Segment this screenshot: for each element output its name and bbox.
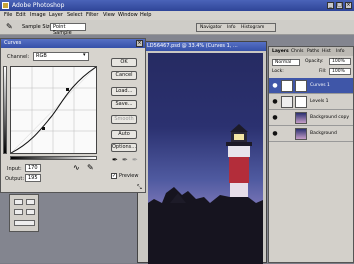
maximize-icon[interactable]: □	[336, 2, 343, 9]
input-label: Input:	[7, 166, 22, 172]
menu-edit[interactable]: Edit	[16, 11, 26, 20]
menu-window[interactable]: Window	[118, 11, 138, 20]
chevron-down-icon[interactable]: ▾	[83, 52, 86, 58]
smooth-button[interactable]: Smooth	[111, 115, 137, 124]
tab-info[interactable]: Info	[227, 24, 236, 31]
opacity-field[interactable]: 100%	[329, 58, 351, 65]
menu-filter[interactable]: Filter	[86, 11, 98, 20]
channel-select[interactable]: RGB	[33, 52, 89, 61]
screen-mode-icon[interactable]	[14, 209, 23, 215]
fill-field[interactable]: 100%	[329, 68, 351, 75]
image-document-window: LD56467.psd @ 33.4% (Curves 1, ...	[137, 41, 267, 264]
tab-channels[interactable]: Chnls	[291, 47, 303, 56]
full-screen-icon[interactable]	[26, 209, 35, 215]
menu-layer[interactable]: Layer	[49, 11, 63, 20]
options-bar: ✎ Sample Size: Point Sample	[0, 20, 354, 36]
lighthouse-scene	[148, 124, 263, 264]
navigator-panel-tabs: Navigator Info Histogram	[196, 23, 276, 32]
quick-mask-icon[interactable]	[26, 199, 35, 205]
output-gradient-bar	[3, 66, 7, 154]
load-button[interactable]: Load...	[111, 87, 137, 96]
layer-row-levels[interactable]: ● Levels 1	[269, 94, 353, 110]
tab-info[interactable]: Info	[336, 47, 345, 56]
curves-dialog: Curves × Channel: RGB ▾ Input: 170 Outpu…	[0, 38, 146, 193]
options-button[interactable]: Options...	[111, 143, 137, 152]
layer-row-curves[interactable]: ● Curves 1	[269, 78, 353, 94]
cancel-button[interactable]: Cancel	[111, 71, 137, 80]
layers-panel: Layers Chnls Paths Hist Info Normal Opac…	[268, 46, 354, 263]
layer-name: Background copy	[310, 115, 350, 120]
curves-graph[interactable]	[10, 66, 97, 154]
image-thumbnail	[295, 112, 307, 124]
layer-row-background[interactable]: ● Background	[269, 126, 353, 142]
jump-to-imageready-icon[interactable]	[14, 220, 35, 226]
menu-image[interactable]: Image	[30, 11, 46, 20]
close-icon[interactable]: ×	[136, 40, 143, 47]
close-icon[interactable]: ×	[345, 2, 352, 9]
output-label: Output:	[5, 176, 25, 182]
pencil-tool-icon[interactable]: ✎	[87, 163, 94, 172]
black-eyedropper-icon[interactable]: ✒	[112, 156, 118, 164]
curve-point[interactable]	[66, 88, 69, 91]
tab-navigator[interactable]: Navigator	[200, 24, 222, 31]
layer-mask-thumbnail	[295, 96, 307, 108]
curve-tool-icon[interactable]: ∿	[73, 163, 80, 172]
lock-label: Lock:	[272, 69, 284, 74]
image-thumbnail	[295, 128, 307, 140]
layer-name: Curves 1	[310, 83, 330, 88]
white-eyedropper-icon[interactable]: ✒	[132, 156, 138, 164]
preview-checkbox[interactable]: ✓	[111, 173, 117, 179]
menu-help[interactable]: Help	[140, 11, 151, 20]
eyedropper-icon[interactable]: ✎	[6, 20, 13, 34]
input-field[interactable]: 170	[25, 164, 41, 172]
lighthouse-photo	[148, 53, 263, 264]
menu-bar: File Edit Image Layer Select Filter View…	[0, 11, 354, 20]
blend-mode-select[interactable]: Normal	[272, 59, 300, 66]
curve-point[interactable]	[42, 127, 45, 130]
channel-label: Channel:	[7, 54, 30, 60]
eye-icon[interactable]: ●	[271, 114, 279, 122]
menu-view[interactable]: View	[103, 11, 115, 20]
app-title-bar: Adobe Photoshop _ □ ×	[0, 0, 354, 11]
menu-file[interactable]: File	[4, 11, 12, 20]
preview-label: Preview	[119, 173, 139, 179]
opacity-label: Opacity:	[305, 59, 324, 64]
tab-histogram[interactable]: Histogram	[241, 24, 264, 31]
save-button[interactable]: Save...	[111, 100, 137, 109]
tab-history[interactable]: Hist	[322, 47, 331, 56]
eye-icon[interactable]: ●	[271, 82, 279, 90]
app-title: Adobe Photoshop	[12, 2, 65, 9]
ok-button[interactable]: OK	[111, 58, 137, 67]
image-window-title: LD56467.psd @ 33.4% (Curves 1, ...	[138, 42, 266, 51]
layer-row-background-copy[interactable]: ● Background copy	[269, 110, 353, 126]
fill-label: Fill:	[319, 69, 327, 74]
sample-size-select[interactable]: Point Sample	[50, 23, 86, 36]
adjustment-thumbnail	[281, 96, 293, 108]
photoshop-app-icon	[2, 2, 9, 9]
curves-dialog-title: Curves	[1, 39, 145, 48]
tab-layers[interactable]: Layers	[272, 47, 289, 56]
resize-grip-icon[interactable]: ⤡	[137, 184, 142, 192]
standard-mode-icon[interactable]	[14, 199, 23, 205]
toolbox-panel	[9, 194, 39, 232]
layer-name: Levels 1	[310, 99, 329, 104]
minimize-icon[interactable]: _	[327, 2, 334, 9]
eye-icon[interactable]: ●	[271, 98, 279, 106]
curve-plot[interactable]	[11, 67, 96, 153]
input-gradient-bar	[10, 156, 97, 160]
layers-panel-tabs: Layers Chnls Paths Hist Info	[269, 47, 353, 56]
layer-mask-thumbnail	[295, 80, 307, 92]
output-field[interactable]: 195	[25, 174, 41, 182]
gray-eyedropper-icon[interactable]: ✒	[122, 156, 128, 164]
eye-icon[interactable]: ●	[271, 130, 279, 138]
auto-button[interactable]: Auto	[111, 130, 137, 139]
tab-paths[interactable]: Paths	[307, 47, 319, 56]
menu-select[interactable]: Select	[67, 11, 82, 20]
adjustment-thumbnail	[281, 80, 293, 92]
layer-name: Background	[310, 131, 337, 136]
